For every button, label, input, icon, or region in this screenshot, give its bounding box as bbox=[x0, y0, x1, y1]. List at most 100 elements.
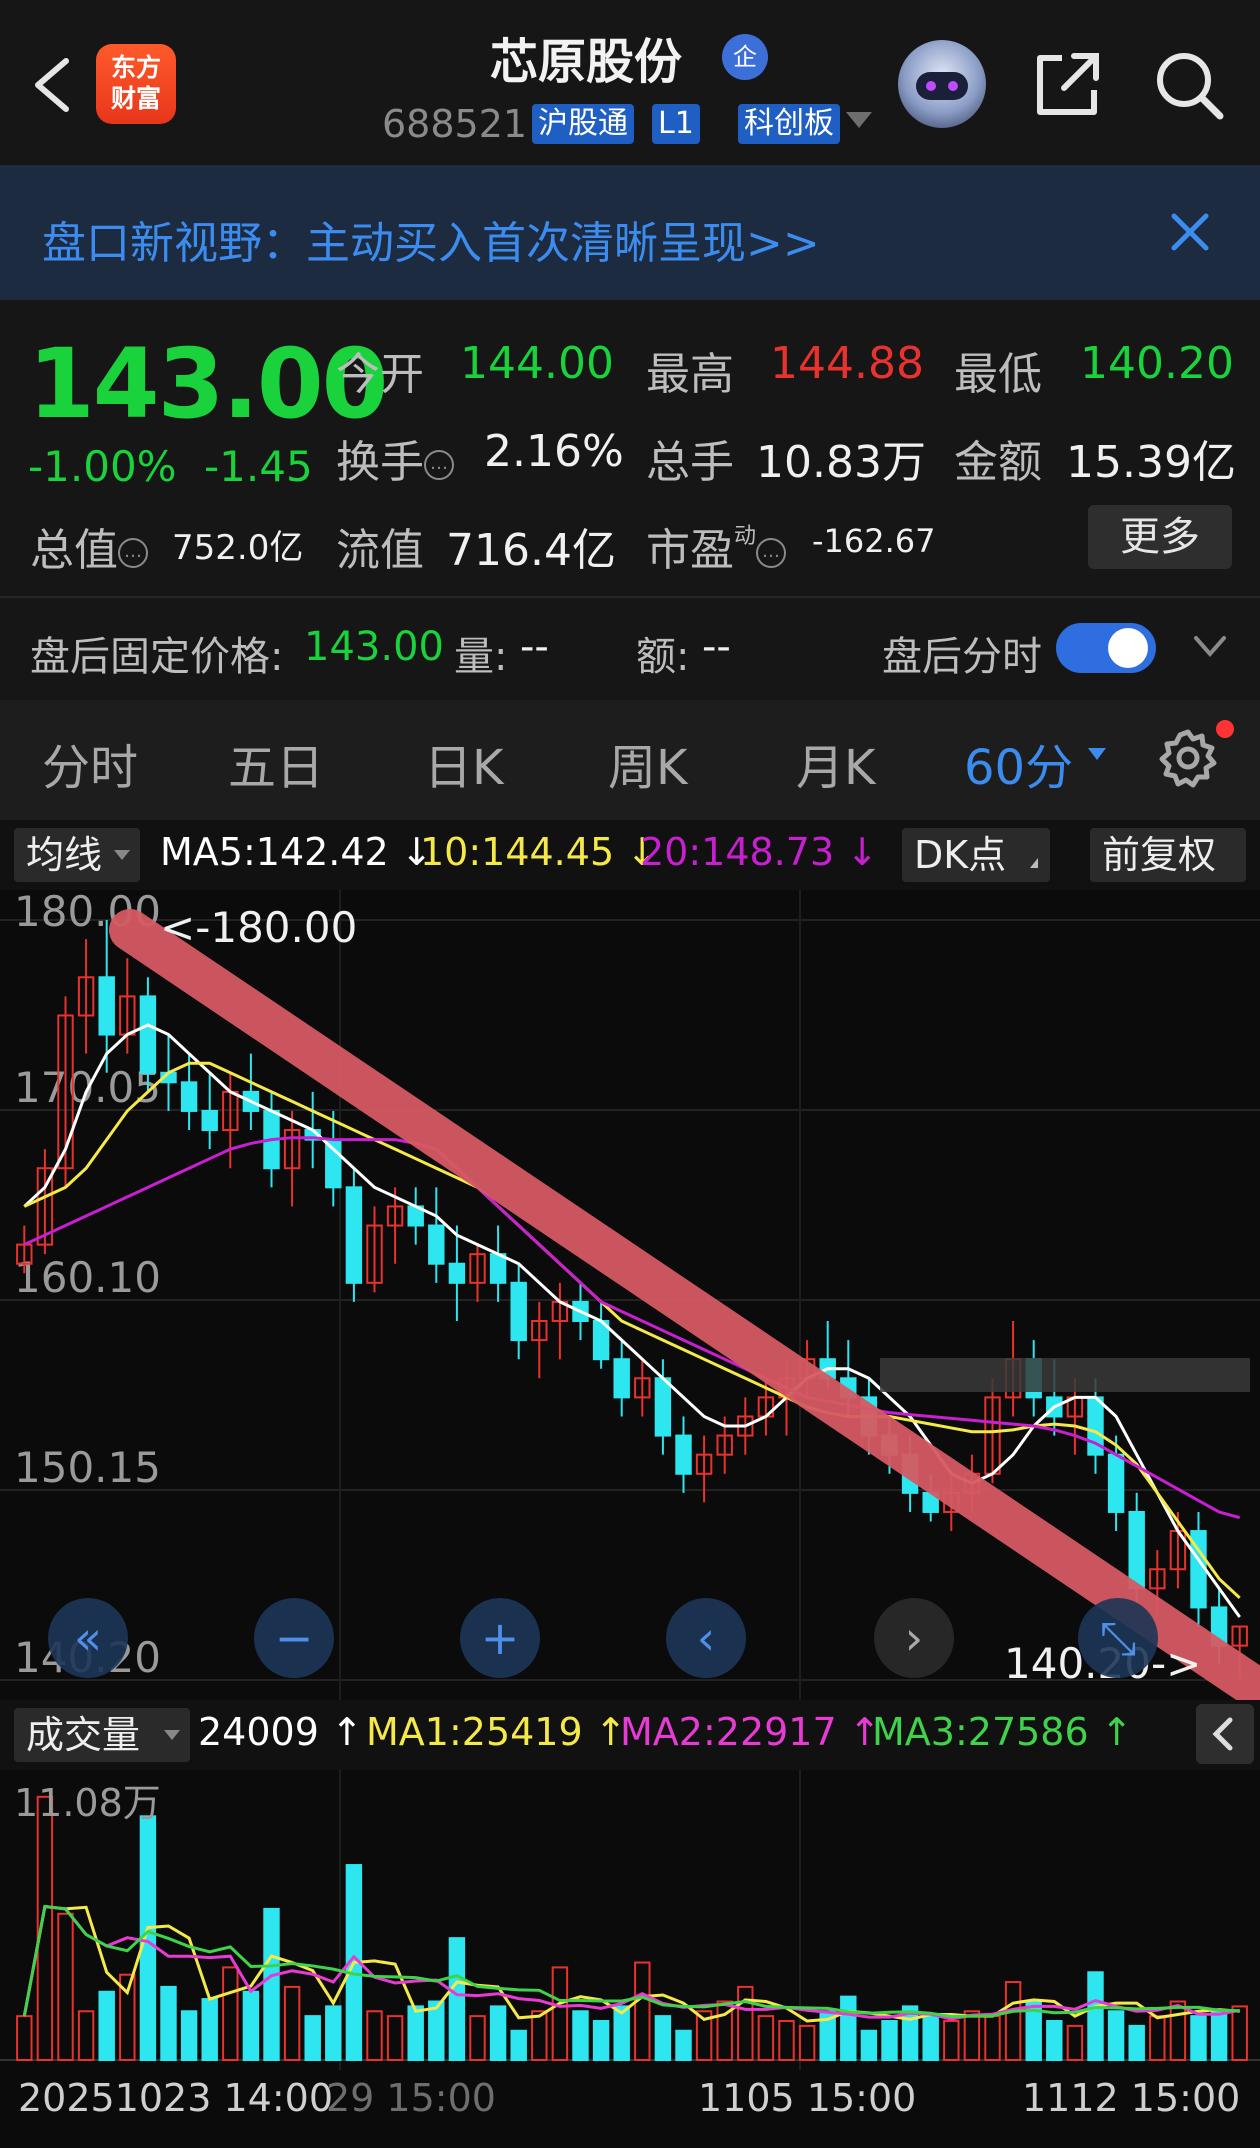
volume-chart[interactable]: 11.08万 bbox=[0, 1770, 1260, 2070]
candle-body bbox=[325, 1138, 342, 1189]
change-amount: -1.45 bbox=[204, 442, 313, 491]
turnover-label: 换手… bbox=[336, 426, 454, 490]
volume-bar bbox=[16, 2015, 33, 2061]
low-value: 140.20 bbox=[1080, 338, 1234, 389]
fullscreen-icon[interactable]: ⤡ bbox=[1078, 1598, 1158, 1678]
volume-bar bbox=[551, 1966, 569, 2062]
volume-bar bbox=[943, 2020, 960, 2062]
close-icon[interactable] bbox=[1168, 210, 1212, 254]
robot-avatar-icon[interactable] bbox=[898, 40, 986, 128]
info-icon[interactable]: … bbox=[424, 450, 454, 480]
x-label-3: 1105 15:00 bbox=[698, 2076, 917, 2120]
tab-weekly-k[interactable]: 周K bbox=[608, 728, 687, 798]
chevron-down-icon[interactable] bbox=[1190, 626, 1230, 666]
toggle-knob bbox=[1108, 628, 1148, 668]
volume-bar bbox=[592, 2020, 610, 2062]
chevron-down-icon[interactable] bbox=[846, 112, 872, 128]
tab-monthly-k[interactable]: 月K bbox=[796, 728, 875, 798]
collapse-panel-button[interactable] bbox=[1196, 1704, 1254, 1764]
nav-button-glyph: + bbox=[481, 1611, 520, 1665]
volume-bar bbox=[963, 2010, 981, 2061]
volume-bar bbox=[840, 1995, 857, 2061]
ma20-value: 20:148.73 ↓ bbox=[640, 830, 879, 874]
nav-button-glyph: « bbox=[74, 1611, 102, 1665]
dk-point-select[interactable]: DK点 bbox=[902, 828, 1050, 882]
after-toggle-label: 盘后分时 bbox=[882, 634, 1042, 680]
share-icon[interactable] bbox=[1030, 46, 1106, 122]
candle-body bbox=[98, 976, 115, 1036]
vol-ma1: MA1:25419 ↑ bbox=[366, 1710, 627, 1754]
volume-bar bbox=[242, 1990, 260, 2061]
back-icon[interactable] bbox=[28, 55, 78, 115]
volume-bar bbox=[201, 1998, 218, 2061]
enterprise-badge: 企 bbox=[722, 34, 768, 80]
volume-max-label: 11.08万 bbox=[14, 1781, 161, 1825]
volume-bar bbox=[263, 1907, 280, 2061]
candle-body bbox=[180, 1081, 198, 1112]
volume-bar bbox=[654, 2015, 672, 2061]
caret-down-icon[interactable] bbox=[1088, 748, 1106, 760]
candle-body bbox=[1128, 1510, 1145, 1590]
adjust-select[interactable]: 前复权 bbox=[1090, 828, 1246, 882]
volume-bar bbox=[675, 2029, 692, 2061]
volume-bar bbox=[1046, 2020, 1063, 2062]
volume-bar bbox=[1190, 2015, 1207, 2061]
ma-select[interactable]: 均线 bbox=[14, 828, 140, 882]
tab-daily-k[interactable]: 日K bbox=[424, 728, 503, 798]
ma10-value: 10:144.45 ↓ bbox=[420, 830, 659, 874]
nav-button-glyph: − bbox=[275, 1611, 314, 1665]
info-icon[interactable]: … bbox=[118, 538, 148, 568]
banner-text[interactable]: 盘口新视野：主动买入首次清晰呈现>> bbox=[42, 207, 820, 271]
ma5-value: MA5:142.42 ↓ bbox=[160, 830, 433, 874]
volume-bar bbox=[510, 2029, 527, 2061]
volume-bar bbox=[984, 2015, 1001, 2061]
tag-hk-connect: 沪股通 bbox=[532, 104, 634, 144]
gear-icon[interactable] bbox=[1156, 726, 1220, 790]
volume-svg: 11.08万 bbox=[0, 1770, 1260, 2070]
tab-60min[interactable]: 60分 bbox=[964, 728, 1073, 798]
search-icon[interactable] bbox=[1150, 46, 1226, 122]
candle-body bbox=[139, 995, 157, 1074]
x-label-1: 20251023 14:00 bbox=[18, 2076, 334, 2120]
zoom-out-icon[interactable]: − bbox=[254, 1598, 334, 1678]
next-icon[interactable]: › bbox=[874, 1598, 954, 1678]
tab-five-day[interactable]: 五日 bbox=[228, 728, 324, 798]
candle-body bbox=[613, 1358, 630, 1399]
prev-icon[interactable]: ‹ bbox=[666, 1598, 746, 1678]
more-button[interactable]: 更多 bbox=[1088, 505, 1232, 569]
y-tick-label: 150.15 bbox=[14, 1443, 161, 1492]
tag-star-market: 科创板 bbox=[738, 104, 840, 144]
promo-banner[interactable]: 盘口新视野：主动买入首次清晰呈现>> bbox=[0, 165, 1260, 300]
double-left-icon[interactable]: « bbox=[48, 1598, 128, 1678]
eastmoney-logo[interactable]: 东方 财富 bbox=[96, 44, 176, 124]
amount-value: 15.39亿 bbox=[1066, 437, 1236, 488]
volume-bar bbox=[448, 1937, 466, 2061]
volume-bar bbox=[778, 2020, 795, 2062]
volume-bar bbox=[325, 2005, 342, 2061]
volume-bar bbox=[860, 2029, 878, 2061]
volume-bar bbox=[881, 2020, 898, 2062]
notification-dot bbox=[1216, 720, 1234, 738]
volume-bar bbox=[180, 2010, 198, 2061]
pe-label: 市盈动… bbox=[646, 514, 787, 578]
amount-label: 金额 bbox=[954, 437, 1042, 488]
volume-select[interactable]: 成交量 bbox=[14, 1708, 190, 1762]
stock-name[interactable]: 芯原股份 bbox=[490, 22, 682, 92]
volume-bar bbox=[1107, 2010, 1125, 2061]
candle-body bbox=[448, 1262, 466, 1284]
nav-button-glyph: ‹ bbox=[697, 1611, 715, 1665]
kline-chart[interactable]: 180.00170.05160.10150.15140.20 <-180.001… bbox=[0, 887, 1260, 1713]
volume-bar bbox=[1149, 2015, 1166, 2061]
tab-intraday[interactable]: 分时 bbox=[42, 728, 138, 798]
volume-bar bbox=[634, 1961, 651, 2061]
info-icon[interactable]: … bbox=[756, 538, 787, 568]
volume-bar bbox=[1087, 1971, 1104, 2061]
change-percent: -1.00% bbox=[28, 442, 177, 491]
candle-body bbox=[675, 1434, 692, 1475]
high-value: 144.88 bbox=[770, 338, 924, 389]
zoom-in-icon[interactable]: + bbox=[460, 1598, 540, 1678]
chevron-left-icon bbox=[1212, 1717, 1233, 1751]
y-tick-label: 160.10 bbox=[14, 1253, 161, 1302]
volume-bar bbox=[922, 2015, 939, 2061]
max-price-marker: <-180.00 bbox=[160, 903, 357, 952]
